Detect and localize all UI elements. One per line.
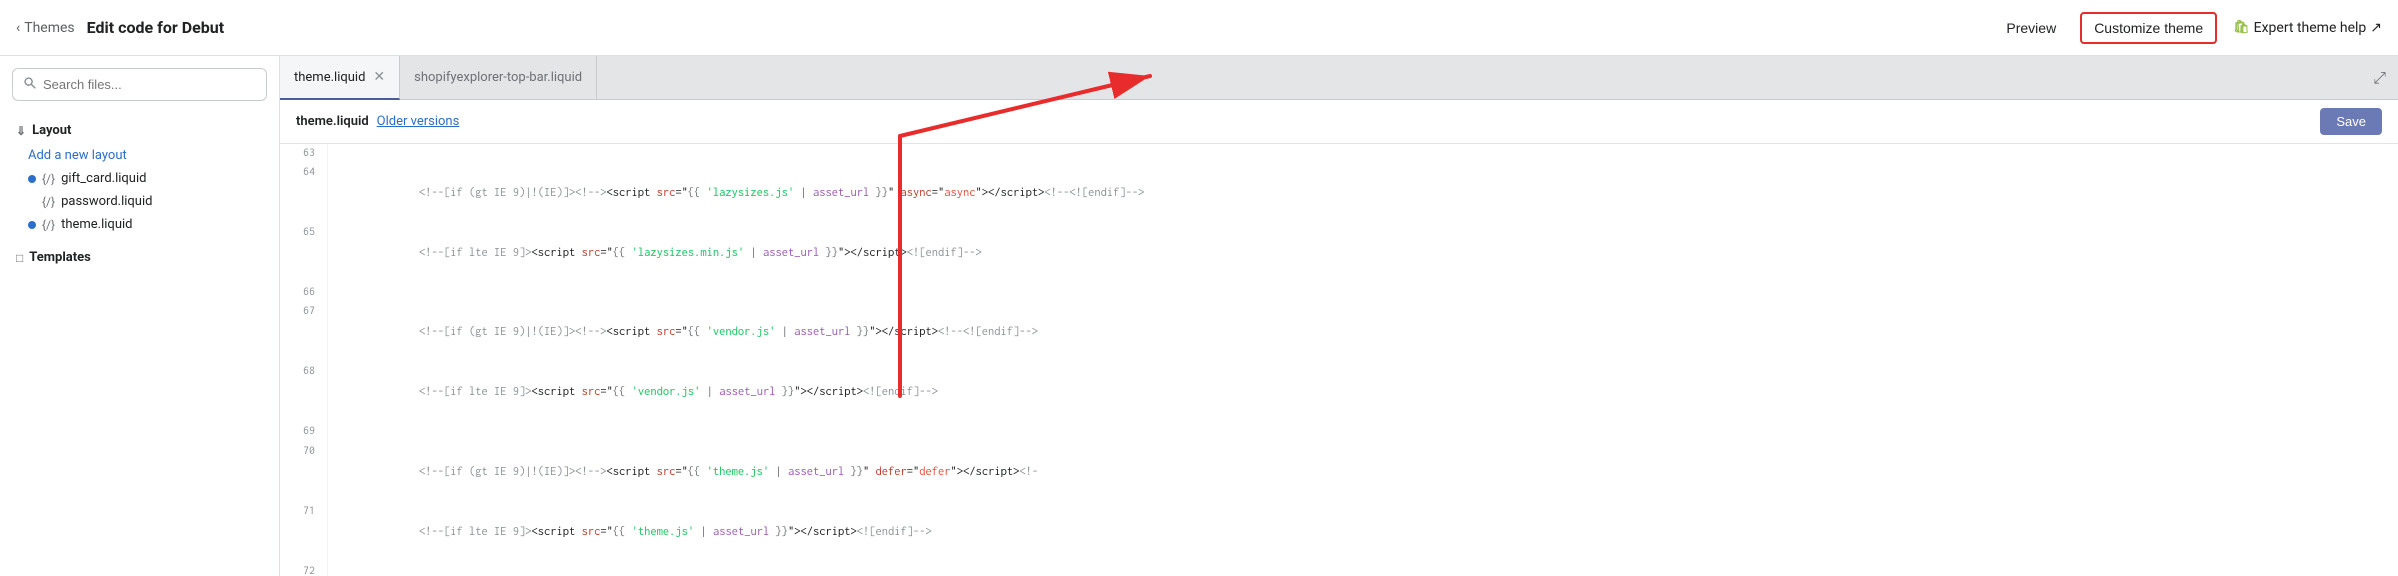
tab-theme-liquid[interactable]: theme.liquid ✕ (280, 56, 400, 100)
themes-back-link[interactable]: ‹ Themes (16, 20, 75, 36)
folder-icon: □ (16, 251, 23, 265)
editor-area: theme.liquid ✕ shopifyexplorer-top-bar.l… (280, 56, 2398, 576)
chevron-left-icon: ‹ (16, 20, 20, 36)
save-button[interactable]: Save (2320, 108, 2382, 135)
templates-section-label: Templates (29, 250, 91, 265)
tab-theme-liquid-label: theme.liquid (294, 70, 365, 85)
editor-filename-text: theme.liquid (296, 114, 369, 129)
top-header: ‹ Themes Edit code for Debut Preview Cus… (0, 0, 2398, 56)
line-number: 63 (280, 144, 328, 163)
line-number: 68 (280, 362, 328, 422)
tab-shopify-top-bar[interactable]: shopifyexplorer-top-bar.liquid (400, 56, 597, 99)
liquid-file-icon2: {/} (42, 195, 55, 209)
file-dot-icon (28, 175, 36, 183)
code-line: <!--[if lte IE 9]><script src="{{ 'theme… (328, 502, 2398, 562)
table-row: 64 <!--[if (gt IE 9)|!(IE)]><!--><script… (280, 163, 2398, 223)
code-line (328, 283, 2398, 302)
search-box[interactable] (12, 68, 267, 101)
line-number: 70 (280, 442, 328, 502)
older-versions-link[interactable]: Older versions (377, 114, 460, 129)
templates-section: □ Templates (0, 240, 279, 275)
shopify-logo: 🛍 (2233, 20, 2250, 35)
password-filename: password.liquid (61, 194, 152, 209)
header-actions: Preview Customize theme 🛍 Expert theme h… (1998, 12, 2382, 44)
tab-shopify-top-bar-label: shopifyexplorer-top-bar.liquid (414, 70, 582, 85)
line-number: 69 (280, 422, 328, 441)
table-row: 63 (280, 144, 2398, 163)
customize-theme-button[interactable]: Customize theme (2080, 12, 2217, 44)
table-row: 72 (280, 562, 2398, 576)
edit-code-prefix: Edit code for (87, 18, 182, 37)
table-row: 71 <!--[if lte IE 9]><script src="{{ 'th… (280, 502, 2398, 562)
expert-help-label: Expert theme help (2254, 20, 2367, 36)
file-dot-spacer (28, 198, 36, 206)
code-line (328, 422, 2398, 441)
layout-section-label: Layout (32, 123, 71, 138)
tabs-bar: theme.liquid ✕ shopifyexplorer-top-bar.l… (280, 56, 2398, 100)
table-row: 70 <!--[if (gt IE 9)|!(IE)]><!--><script… (280, 442, 2398, 502)
code-line: <!--[if lte IE 9]><script src="{{ 'lazys… (328, 223, 2398, 283)
page-title: Edit code for Debut (87, 18, 225, 37)
code-editor[interactable]: 63 64 <!--[if (gt IE 9)|!(IE)]><!--><scr… (280, 144, 2398, 576)
file-dot-icon2 (28, 221, 36, 229)
preview-button[interactable]: Preview (1998, 14, 2064, 42)
layout-section-header[interactable]: ⇓ Layout (0, 117, 279, 144)
line-number: 65 (280, 223, 328, 283)
templates-section-header[interactable]: □ Templates (0, 244, 279, 271)
table-row: 67 <!--[if (gt IE 9)|!(IE)]><!--><script… (280, 302, 2398, 362)
layout-section: ⇓ Layout Add a new layout {/} gift_card.… (0, 113, 279, 240)
line-number: 72 (280, 562, 328, 576)
tab-close-icon[interactable]: ✕ (373, 70, 385, 84)
gift-card-file[interactable]: {/} gift_card.liquid (0, 167, 279, 190)
expand-icon: ⤢ (2373, 68, 2386, 88)
code-line (328, 562, 2398, 576)
code-line (328, 144, 2398, 163)
external-link-icon: ↗ (2370, 20, 2382, 36)
line-number: 64 (280, 163, 328, 223)
search-icon (23, 75, 37, 94)
editor-filename: theme.liquid Older versions (296, 114, 459, 129)
code-line: <!--[if (gt IE 9)|!(IE)]><!--><script sr… (328, 163, 2398, 223)
download-icon: ⇓ (16, 124, 26, 138)
table-row: 68 <!--[if lte IE 9]><script src="{{ 've… (280, 362, 2398, 422)
gift-card-filename: gift_card.liquid (61, 171, 146, 186)
password-file[interactable]: {/} password.liquid (0, 190, 279, 213)
table-row: 66 (280, 283, 2398, 302)
editor-header: theme.liquid Older versions Save (280, 100, 2398, 144)
add-layout-link[interactable]: Add a new layout (0, 144, 279, 167)
main-layout: ⇓ Layout Add a new layout {/} gift_card.… (0, 56, 2398, 576)
line-number: 66 (280, 283, 328, 302)
theme-filename: theme.liquid (61, 217, 132, 232)
liquid-file-icon3: {/} (42, 218, 55, 232)
line-number: 71 (280, 502, 328, 562)
expert-help-link[interactable]: 🛍 Expert theme help ↗ (2233, 20, 2382, 36)
table-row: 69 (280, 422, 2398, 441)
theme-file[interactable]: {/} theme.liquid (0, 213, 279, 236)
liquid-file-icon: {/} (42, 172, 55, 186)
code-line: <!--[if (gt IE 9)|!(IE)]><!--><script sr… (328, 442, 2398, 502)
debut-bold: Debut (182, 18, 224, 37)
expand-button[interactable]: ⤢ (2361, 56, 2398, 99)
themes-label: Themes (24, 20, 74, 36)
table-row: 65 <!--[if lte IE 9]><script src="{{ 'la… (280, 223, 2398, 283)
sidebar: ⇓ Layout Add a new layout {/} gift_card.… (0, 56, 280, 576)
line-number: 67 (280, 302, 328, 362)
search-input[interactable] (43, 77, 256, 92)
code-line: <!--[if (gt IE 9)|!(IE)]><!--><script sr… (328, 302, 2398, 362)
code-line: <!--[if lte IE 9]><script src="{{ 'vendo… (328, 362, 2398, 422)
code-table: 63 64 <!--[if (gt IE 9)|!(IE)]><!--><scr… (280, 144, 2398, 576)
add-layout-label: Add a new layout (28, 148, 127, 163)
